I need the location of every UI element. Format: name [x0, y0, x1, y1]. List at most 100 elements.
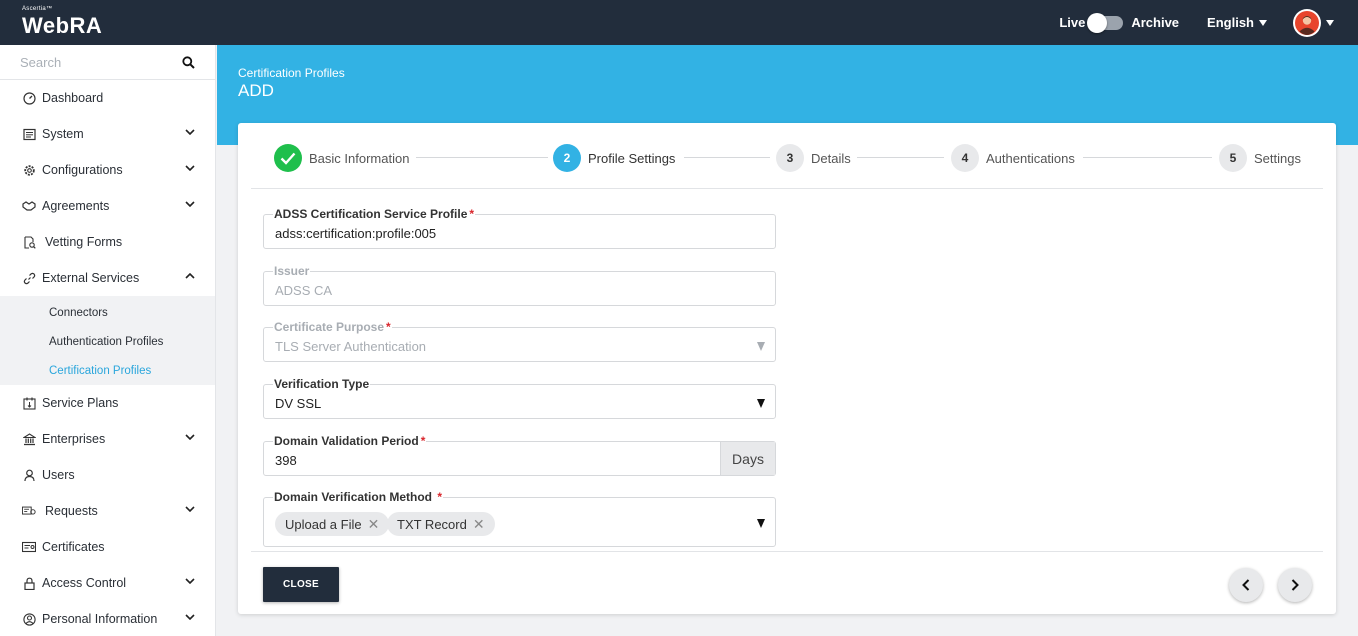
sidebar-item-label: System — [42, 127, 84, 141]
step-basic-information[interactable]: Basic Information — [274, 144, 409, 172]
sidebar-item-vetting-forms[interactable]: Vetting Forms — [0, 224, 215, 260]
sidebar-item-access-control[interactable]: Access Control — [0, 565, 215, 601]
sidebar-item-label: Requests — [45, 504, 98, 518]
step-details[interactable]: 3 Details — [776, 144, 851, 172]
step-settings[interactable]: 5 Settings — [1219, 144, 1301, 172]
sidebar-subitem-certification-profiles[interactable]: Certification Profiles — [0, 356, 215, 385]
step-label: Settings — [1254, 150, 1301, 166]
chevron-up-icon — [185, 273, 195, 279]
sidebar-item-dashboard[interactable]: Dashboard — [0, 80, 215, 116]
caret-down-icon — [757, 342, 765, 351]
field-label: Domain Validation Period * — [273, 434, 427, 448]
search-input[interactable] — [20, 54, 170, 70]
previous-step-button[interactable] — [1229, 568, 1263, 602]
sidebar-search — [0, 45, 215, 80]
step-profile-settings[interactable]: 2 Profile Settings — [553, 144, 675, 172]
sidebar-item-label: Configurations — [42, 163, 123, 177]
field-label: Verification Type — [273, 377, 371, 391]
chevron-right-icon — [1291, 579, 1299, 591]
sidebar-subitem-authentication-profiles[interactable]: Authentication Profiles — [0, 327, 215, 356]
step-number: 2 — [553, 144, 581, 172]
live-label: Live — [1059, 15, 1086, 30]
sidebar-item-label: Enterprises — [42, 432, 106, 446]
breadcrumb[interactable]: Certification Profiles — [238, 66, 345, 80]
step-connector — [1083, 157, 1212, 158]
stepper: Basic Information 2 Profile Settings 3 D… — [251, 123, 1323, 189]
user-circle-icon — [22, 612, 36, 626]
chevron-down-icon — [185, 578, 195, 584]
brand-name: WebRA — [22, 13, 103, 38]
sidebar-item-label: Vetting Forms — [45, 235, 123, 249]
sidebar-item-label: Certificates — [42, 540, 105, 554]
step-number: 3 — [776, 144, 804, 172]
select-value: TLS Server Authentication — [275, 339, 427, 354]
language-label: English — [1207, 15, 1254, 30]
sidebar-item-users[interactable]: Users — [0, 457, 215, 493]
close-icon[interactable]: ✕ — [368, 516, 380, 533]
form-search-icon — [22, 235, 36, 249]
step-label: Details — [811, 150, 851, 166]
field-label: ADSS Certification Service Profile * — [273, 207, 476, 221]
caret-down-icon — [1259, 19, 1267, 26]
step-connector — [684, 157, 770, 158]
link-icon — [22, 271, 36, 285]
chip-upload-a-file[interactable]: Upload a File ✕ — [275, 512, 390, 536]
dashboard-icon — [22, 91, 36, 105]
sidebar-item-label: Service Plans — [42, 396, 119, 410]
footer-divider — [251, 551, 1323, 552]
app-logo[interactable]: Ascertia™ WebRA — [22, 6, 102, 38]
sidebar-item-requests[interactable]: Requests — [0, 493, 215, 529]
sidebar-item-system[interactable]: System — [0, 116, 215, 152]
avatar — [1293, 8, 1321, 37]
sidebar-item-label: Agreements — [42, 199, 110, 213]
step-connector — [416, 157, 548, 158]
chip-txt-record[interactable]: TXT Record ✕ — [387, 512, 495, 536]
chip-label: TXT Record — [397, 516, 467, 532]
close-icon[interactable]: ✕ — [473, 516, 485, 533]
caret-down-icon — [757, 519, 765, 528]
chevron-down-icon — [185, 129, 195, 135]
gear-icon — [22, 163, 36, 177]
step-label: Profile Settings — [588, 150, 676, 166]
live-archive-toggle[interactable] — [1087, 12, 1124, 33]
check-icon — [280, 152, 296, 165]
step-connector — [857, 157, 944, 158]
language-selector[interactable]: English — [1207, 15, 1267, 30]
sidebar-item-agreements[interactable]: Agreements — [0, 188, 215, 224]
lock-icon — [22, 576, 36, 590]
service-plans-icon — [22, 396, 36, 410]
step-label: Authentications — [986, 150, 1075, 166]
sidebar-item-certificates[interactable]: Certificates — [0, 529, 215, 565]
chevron-down-icon — [185, 165, 195, 171]
issuer-box — [263, 271, 776, 306]
next-step-button[interactable] — [1278, 568, 1312, 602]
sidebar-item-personal-information[interactable]: Personal Information — [0, 601, 215, 636]
caret-down-icon — [757, 399, 765, 408]
top-bar: Ascertia™ WebRA Live Archive English — [0, 0, 1358, 45]
chevron-left-icon — [1242, 579, 1250, 591]
sidebar-item-external-services[interactable]: External Services — [0, 260, 215, 296]
chip-label: Upload a File — [285, 516, 362, 532]
toggle-knob — [1087, 12, 1108, 33]
sidebar-item-label: External Services — [42, 271, 140, 285]
chevron-down-icon — [185, 201, 195, 207]
search-icon[interactable] — [182, 55, 195, 69]
field-label: Certificate Purpose * — [273, 320, 392, 334]
close-button[interactable]: CLOSE — [263, 567, 339, 602]
domain-verification-method-select[interactable]: Upload a File ✕ TXT Record ✕ — [263, 497, 776, 547]
sidebar-item-label: Personal Information — [42, 612, 158, 626]
sidebar-item-service-plans[interactable]: Service Plans — [0, 385, 215, 421]
chevron-down-icon — [185, 614, 195, 620]
requests-icon — [22, 504, 36, 518]
user-menu[interactable] — [1293, 8, 1334, 37]
step-number: 5 — [1219, 144, 1247, 172]
bank-icon — [22, 432, 36, 446]
step-authentications[interactable]: 4 Authentications — [951, 144, 1075, 172]
sidebar-item-enterprises[interactable]: Enterprises — [0, 421, 215, 457]
sidebar-item-configurations[interactable]: Configurations — [0, 152, 215, 188]
issuer-input — [264, 272, 775, 305]
sidebar-subitem-connectors[interactable]: Connectors — [0, 298, 215, 327]
handshake-icon — [22, 199, 36, 213]
sidebar-item-label: Dashboard — [42, 91, 104, 105]
step-label: Basic Information — [309, 150, 410, 166]
